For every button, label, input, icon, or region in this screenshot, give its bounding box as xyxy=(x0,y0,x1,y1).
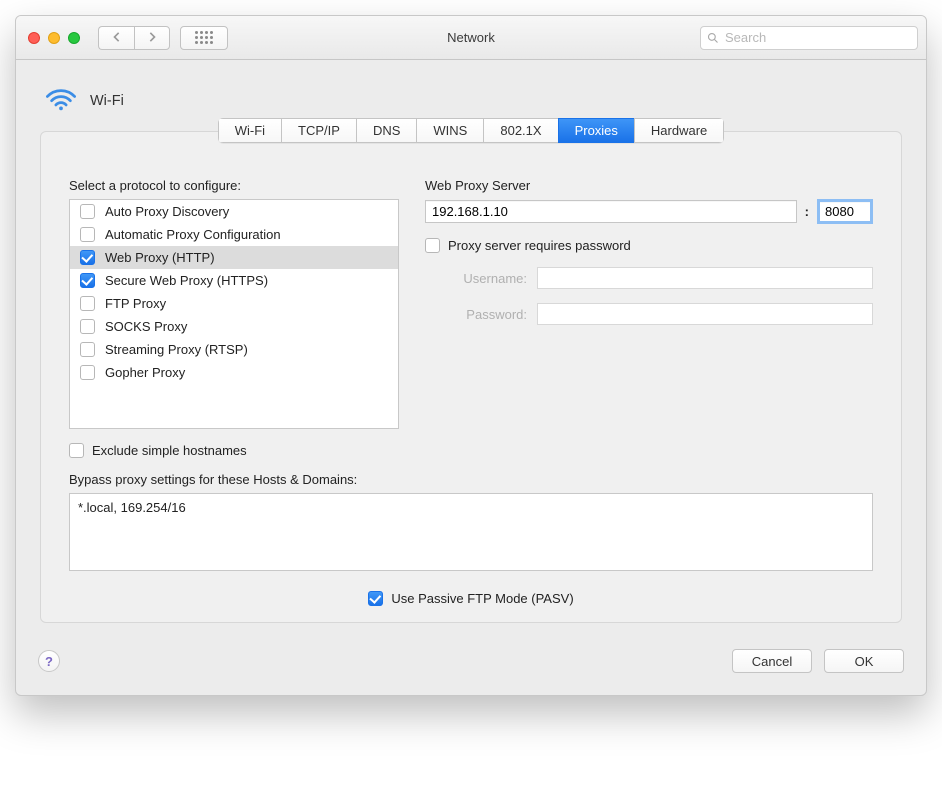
bypass-textarea[interactable]: *.local, 169.254/16 xyxy=(69,493,873,571)
password-input[interactable] xyxy=(537,303,873,325)
zoom-window-button[interactable] xyxy=(68,32,80,44)
protocol-checkbox[interactable] xyxy=(80,204,95,219)
back-button[interactable] xyxy=(98,26,134,50)
nav-buttons xyxy=(98,26,170,50)
tab-proxies[interactable]: Proxies xyxy=(558,118,634,143)
settings-group: Wi-FiTCP/IPDNSWINS802.1XProxiesHardware … xyxy=(40,131,902,623)
protocol-label: Gopher Proxy xyxy=(105,365,185,380)
show-all-button[interactable] xyxy=(180,26,228,50)
exclude-simple-hostnames-checkbox[interactable] xyxy=(69,443,84,458)
close-window-button[interactable] xyxy=(28,32,40,44)
footer: ? Cancel OK xyxy=(16,641,926,695)
tab-hardware[interactable]: Hardware xyxy=(634,118,724,143)
protocol-row[interactable]: Streaming Proxy (RTSP) xyxy=(70,338,398,361)
proxy-host-input[interactable] xyxy=(425,200,797,223)
protocol-row[interactable]: Web Proxy (HTTP) xyxy=(70,246,398,269)
tab-wi-fi[interactable]: Wi-Fi xyxy=(218,118,281,143)
help-button[interactable]: ? xyxy=(38,650,60,672)
tab-bar: Wi-FiTCP/IPDNSWINS802.1XProxiesHardware xyxy=(41,118,901,143)
protocol-label: SOCKS Proxy xyxy=(105,319,187,334)
protocol-checkbox[interactable] xyxy=(80,319,95,334)
chevron-left-icon xyxy=(112,30,122,45)
ok-button[interactable]: OK xyxy=(824,649,904,673)
requires-password-label: Proxy server requires password xyxy=(448,238,631,253)
help-icon: ? xyxy=(45,654,53,669)
protocol-row[interactable]: Automatic Proxy Configuration xyxy=(70,223,398,246)
username-input[interactable] xyxy=(537,267,873,289)
protocol-checkbox[interactable] xyxy=(80,250,95,265)
cancel-button[interactable]: Cancel xyxy=(732,649,812,673)
forward-button[interactable] xyxy=(134,26,170,50)
protocol-checkbox[interactable] xyxy=(80,365,95,380)
passive-ftp-label: Use Passive FTP Mode (PASV) xyxy=(391,591,573,606)
proxy-port-input[interactable] xyxy=(817,199,873,224)
tab-tcp-ip[interactable]: TCP/IP xyxy=(281,118,356,143)
network-prefs-window: Network Search Wi-Fi Wi-FiTCP/IPDNSWINS8… xyxy=(15,15,927,696)
protocol-row[interactable]: Auto Proxy Discovery xyxy=(70,200,398,223)
protocol-checkbox[interactable] xyxy=(80,296,95,311)
traffic-lights xyxy=(24,32,88,44)
minimize-window-button[interactable] xyxy=(48,32,60,44)
protocol-row[interactable]: Secure Web Proxy (HTTPS) xyxy=(70,269,398,292)
username-label: Username: xyxy=(425,271,527,286)
tab-dns[interactable]: DNS xyxy=(356,118,416,143)
search-input[interactable]: Search xyxy=(700,26,918,50)
interface-header: Wi-Fi xyxy=(16,60,926,123)
protocol-checkbox[interactable] xyxy=(80,227,95,242)
chevron-right-icon xyxy=(147,30,157,45)
protocol-checkbox[interactable] xyxy=(80,342,95,357)
protocol-row[interactable]: Gopher Proxy xyxy=(70,361,398,384)
tab-wins[interactable]: WINS xyxy=(416,118,483,143)
protocol-section-label: Select a protocol to configure: xyxy=(69,178,399,193)
protocol-label: Web Proxy (HTTP) xyxy=(105,250,215,265)
protocol-column: Select a protocol to configure: Auto Pro… xyxy=(69,178,399,458)
exclude-simple-hostnames-label: Exclude simple hostnames xyxy=(92,443,247,458)
protocol-label: Auto Proxy Discovery xyxy=(105,204,229,219)
server-column: Web Proxy Server : Proxy server requires… xyxy=(425,178,873,458)
search-icon xyxy=(707,32,719,44)
passive-ftp-checkbox[interactable] xyxy=(368,591,383,606)
search-placeholder: Search xyxy=(725,30,766,45)
server-section-label: Web Proxy Server xyxy=(425,178,873,193)
protocol-checkbox[interactable] xyxy=(80,273,95,288)
protocol-label: FTP Proxy xyxy=(105,296,166,311)
protocol-label: Streaming Proxy (RTSP) xyxy=(105,342,248,357)
tab-802-1x[interactable]: 802.1X xyxy=(483,118,557,143)
bypass-section: Bypass proxy settings for these Hosts & … xyxy=(41,458,901,571)
titlebar: Network Search xyxy=(16,16,926,60)
requires-password-checkbox[interactable] xyxy=(425,238,440,253)
protocol-row[interactable]: SOCKS Proxy xyxy=(70,315,398,338)
password-label: Password: xyxy=(425,307,527,322)
bypass-label: Bypass proxy settings for these Hosts & … xyxy=(69,472,873,487)
protocol-list[interactable]: Auto Proxy Discovery Automatic Proxy Conf… xyxy=(69,199,399,429)
protocol-row[interactable]: FTP Proxy xyxy=(70,292,398,315)
host-port-separator: : xyxy=(805,204,809,219)
wifi-icon xyxy=(44,86,78,115)
protocol-label: Secure Web Proxy (HTTPS) xyxy=(105,273,268,288)
grid-icon xyxy=(195,31,213,44)
protocol-label: Automatic Proxy Configuration xyxy=(105,227,281,242)
interface-label: Wi-Fi xyxy=(90,93,124,109)
